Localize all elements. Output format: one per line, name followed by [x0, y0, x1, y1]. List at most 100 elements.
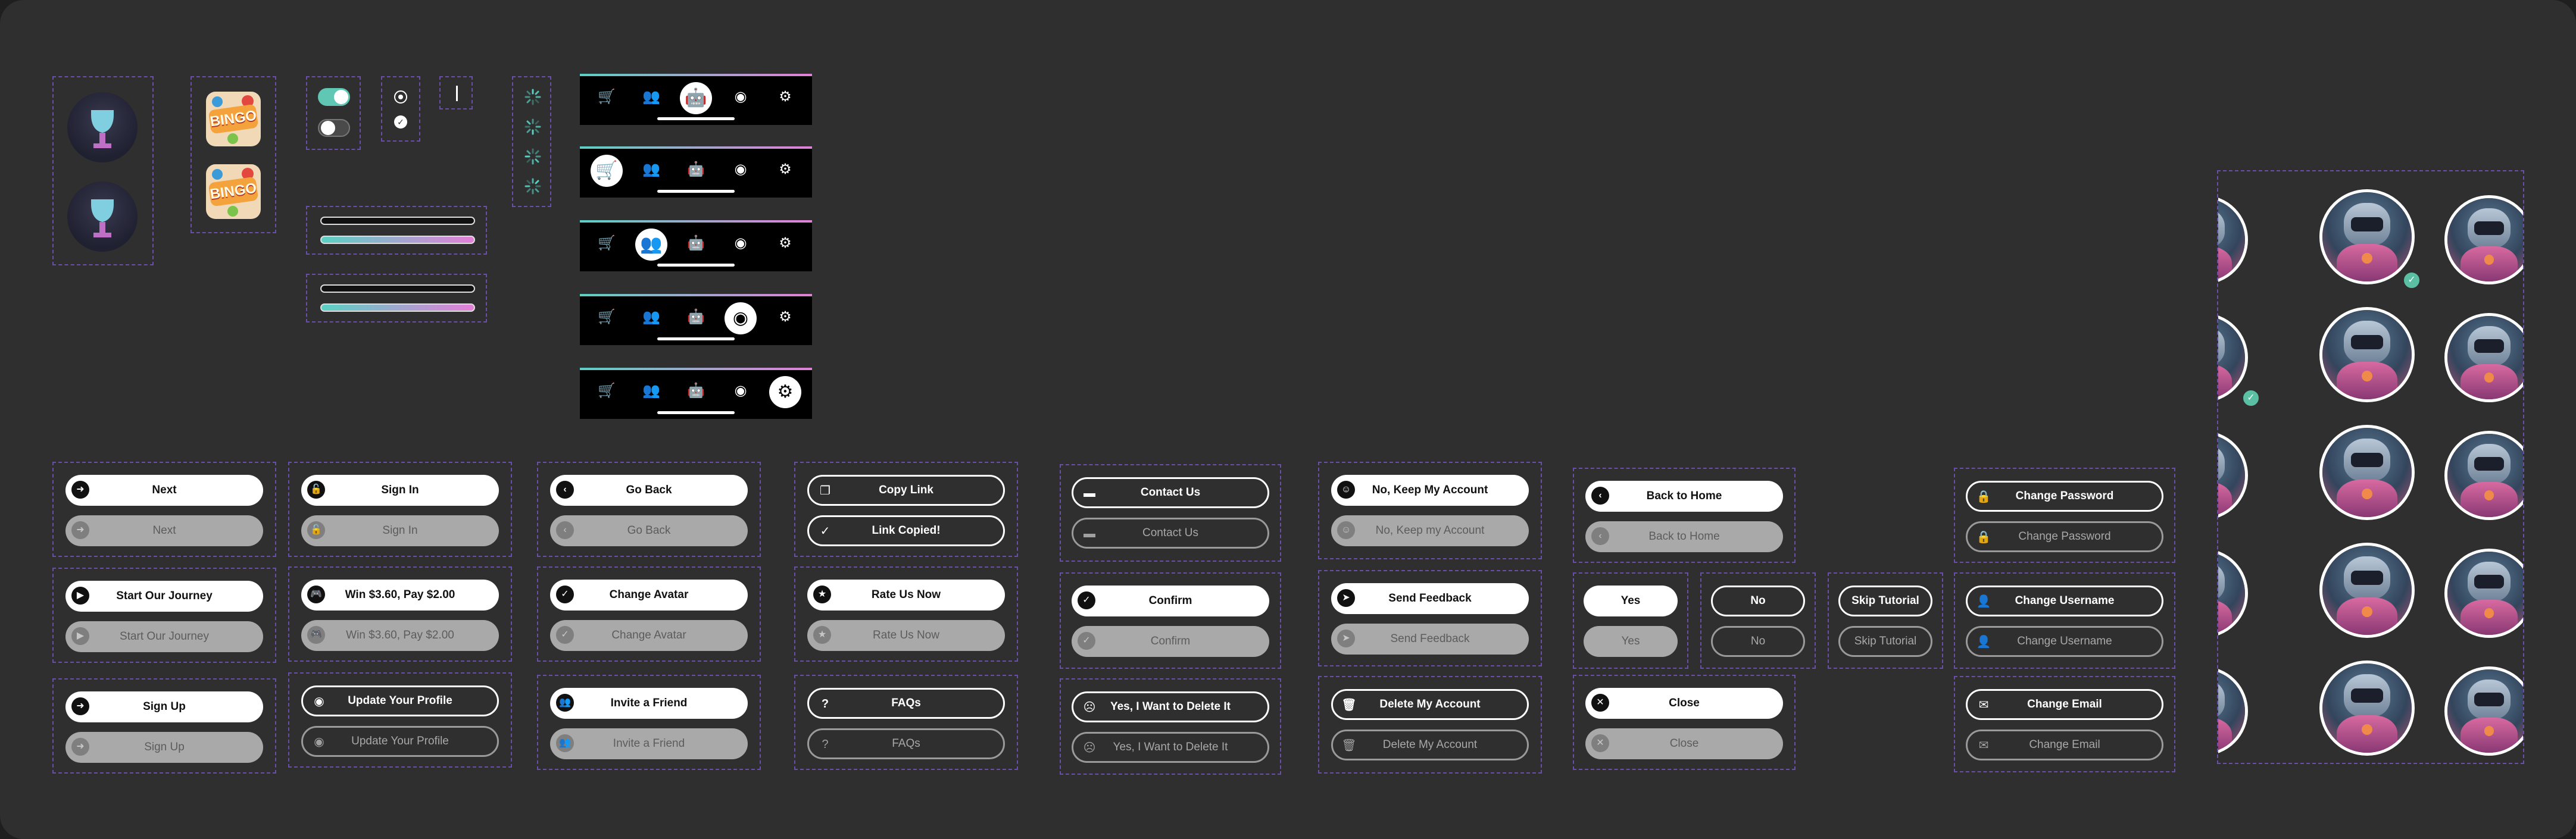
invite-friend-group: 👥 Invite a Friend 👥 Invite a Friend — [537, 675, 761, 770]
settings-icon[interactable]: ⚙ — [775, 233, 795, 253]
robot-icon[interactable]: 🤖 — [686, 159, 706, 180]
contact-us-button[interactable]: ▬ Contact Us — [1072, 477, 1269, 508]
cart-icon[interactable]: 🛒 — [591, 155, 623, 187]
bingo-app-icon[interactable]: BINGO — [206, 164, 261, 219]
go-back-button[interactable]: ‹ Go Back — [550, 475, 748, 506]
sign-up-button[interactable]: ➜ Sign Up — [65, 691, 263, 722]
avatar-option[interactable] — [2218, 666, 2248, 756]
robot-icon[interactable]: 🤖 — [686, 381, 706, 401]
avatar-option[interactable] — [2444, 313, 2523, 402]
avatar-option[interactable] — [2218, 313, 2248, 402]
close-icon: ✕ — [1591, 734, 1609, 752]
bingo-app-icon[interactable]: BINGO — [206, 92, 261, 146]
sign-in-group: 🔓 Sign In 🔓 Sign In — [288, 462, 512, 557]
toggle-on[interactable] — [318, 88, 350, 106]
change-avatar-button[interactable]: ✓ Change Avatar — [550, 580, 748, 611]
invite-friend-button[interactable]: 👥 Invite a Friend — [550, 688, 748, 719]
avatar-option[interactable] — [2444, 549, 2523, 638]
button-label: No, Keep My Account — [1372, 484, 1488, 496]
skip-tutorial-button[interactable]: Skip Tutorial — [1838, 586, 1932, 616]
sign-up-group: ➜ Sign Up ➜ Sign Up — [52, 678, 276, 774]
radio-unchecked[interactable] — [394, 90, 407, 104]
friends-icon[interactable]: 👥 — [641, 307, 661, 327]
avatar-option[interactable] — [2319, 543, 2415, 638]
avatar-option[interactable] — [2218, 431, 2248, 520]
skip-tutorial-button-disabled: Skip Tutorial — [1838, 626, 1932, 657]
avatar-option[interactable] — [2218, 549, 2248, 638]
robot-icon[interactable]: 🤖 — [686, 307, 706, 327]
settings-icon[interactable]: ⚙ — [775, 307, 795, 327]
copy-link-button[interactable]: ❐ Copy Link — [807, 475, 1005, 506]
next-button[interactable]: ➜ Next — [65, 475, 263, 506]
rate-us-button[interactable]: ★ Rate Us Now — [807, 580, 1005, 611]
start-journey-button[interactable]: ▶ Start Our Journey — [65, 581, 263, 612]
component-sheet: BINGO BINGO ✓ 🛒 👥 🤖 ◉ ⚙ 🛒 👥 🤖 ◉ ⚙ 🛒 👥 🤖 … — [0, 0, 2576, 839]
button-label: Link Copied! — [872, 524, 941, 537]
friends-icon[interactable]: 👥 — [641, 159, 661, 180]
mail-icon: ✉ — [1978, 699, 1989, 712]
bottom-navbar: 🛒 👥 🤖 ◉ ⚙ — [580, 294, 812, 345]
button-label: Copy Link — [879, 484, 933, 496]
delete-yes-button-disabled: ☹ Yes, I Want to Delete It — [1072, 732, 1269, 763]
faqs-button[interactable]: ? FAQs — [807, 688, 1005, 719]
cart-icon[interactable]: 🛒 — [597, 87, 617, 107]
friends-icon[interactable]: 👥 — [641, 381, 661, 401]
profile-icon[interactable]: ◉ — [725, 302, 757, 334]
confirm-button[interactable]: ✓ Confirm — [1072, 586, 1269, 616]
play-icon: ▶ — [71, 627, 89, 645]
radio-checked[interactable]: ✓ — [394, 115, 407, 129]
send-feedback-group: ➤ Send Feedback ➤ Send Feedback — [1318, 570, 1542, 666]
button-label: Next — [152, 484, 177, 496]
sign-in-button[interactable]: 🔓 Sign In — [301, 475, 499, 506]
avatar-option[interactable] — [2319, 307, 2415, 402]
settings-icon[interactable]: ⚙ — [769, 376, 801, 408]
back-to-home-button[interactable]: ‹ Back to Home — [1585, 481, 1783, 512]
friends-icon[interactable]: 👥 — [641, 87, 661, 107]
toggle-off[interactable] — [318, 119, 350, 137]
avatar-option[interactable] — [2218, 195, 2248, 284]
rate-us-button-disabled: ★ Rate Us Now — [807, 620, 1005, 651]
settings-icon[interactable]: ⚙ — [775, 159, 795, 180]
change-email-button[interactable]: ✉ Change Email — [1966, 689, 2163, 720]
bottom-navbar: 🛒 👥 🤖 ◉ ⚙ — [580, 368, 812, 419]
yes-button[interactable]: Yes — [1584, 586, 1678, 616]
cart-icon[interactable]: 🛒 — [597, 233, 617, 253]
no-button[interactable]: No — [1711, 586, 1805, 616]
question-icon: ? — [821, 697, 829, 710]
trophy-icon — [64, 179, 140, 255]
delete-yes-button[interactable]: ☹ Yes, I Want to Delete It — [1072, 691, 1269, 722]
confirm-button-disabled: ✓ Confirm — [1072, 626, 1269, 657]
avatar-option[interactable] — [2444, 431, 2523, 520]
avatar-option[interactable] — [2444, 666, 2523, 756]
avatar-option[interactable] — [2319, 660, 2415, 756]
settings-icon[interactable]: ⚙ — [775, 87, 795, 107]
button-label: Rate Us Now — [873, 629, 939, 641]
copy-link-button[interactable]: ✓ Link Copied! — [807, 515, 1005, 546]
button-label: No, Keep my Account — [1375, 524, 1485, 537]
delete-account-button[interactable]: 🗑 Delete My Account — [1331, 689, 1529, 720]
no-keep-account-button[interactable]: ☺ No, Keep My Account — [1331, 475, 1529, 506]
profile-icon[interactable]: ◉ — [730, 381, 751, 401]
bingo-logo: BINGO — [208, 176, 259, 207]
check-icon: ✓ — [1078, 591, 1095, 609]
avatar-option[interactable] — [2319, 425, 2415, 520]
close-button[interactable]: ✕ Close — [1585, 688, 1783, 719]
profile-icon[interactable]: ◉ — [730, 87, 751, 107]
button-label: Change Email — [2029, 738, 2100, 751]
robot-icon[interactable]: 🤖 — [686, 233, 706, 253]
robot-icon[interactable]: 🤖 — [680, 82, 712, 114]
send-feedback-button[interactable]: ➤ Send Feedback — [1331, 583, 1529, 614]
cart-icon[interactable]: 🛒 — [597, 381, 617, 401]
avatar-option[interactable] — [2319, 189, 2415, 284]
avatar-option[interactable] — [2444, 195, 2523, 284]
button-label: Start Our Journey — [120, 630, 209, 643]
win-pay-button[interactable]: 🎮 Win $3.60, Pay $2.00 — [301, 580, 499, 611]
trophy-icon — [64, 89, 140, 165]
cart-icon[interactable]: 🛒 — [597, 307, 617, 327]
update-profile-button[interactable]: ◉ Update Your Profile — [301, 685, 499, 716]
change-username-button[interactable]: 👤 Change Username — [1966, 586, 2163, 616]
profile-icon[interactable]: ◉ — [730, 159, 751, 180]
friends-icon[interactable]: 👥 — [635, 228, 667, 261]
profile-icon[interactable]: ◉ — [730, 233, 751, 253]
change-password-button[interactable]: 🔒 Change Password — [1966, 481, 2163, 512]
